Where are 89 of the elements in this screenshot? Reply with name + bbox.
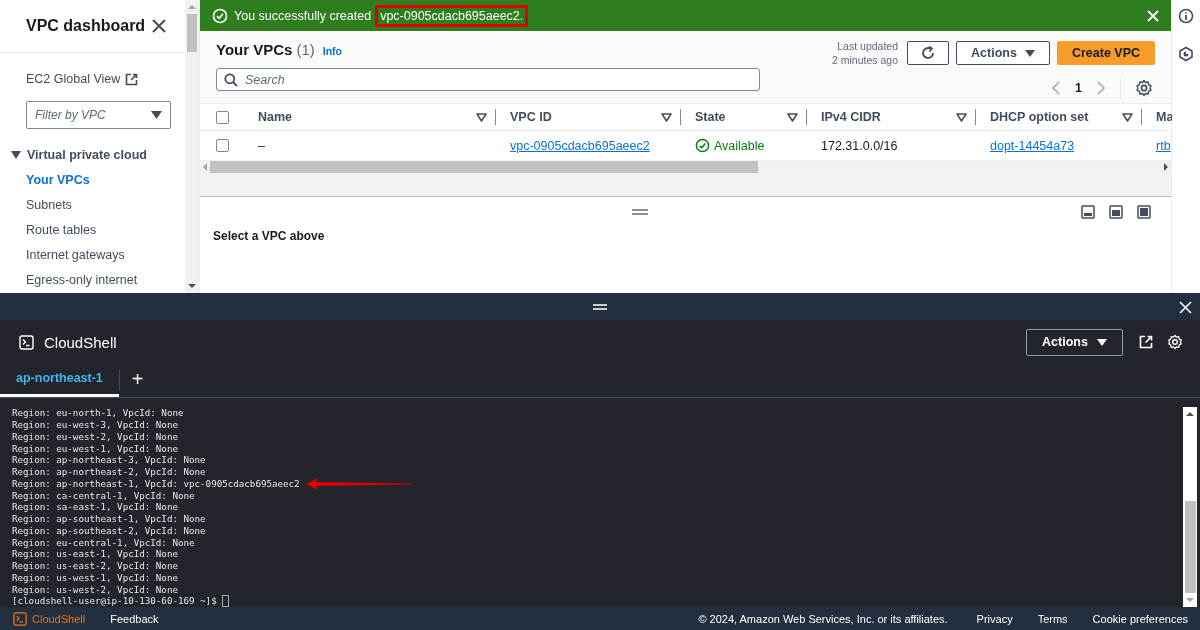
info-icon[interactable] <box>1178 8 1194 24</box>
caret-icon <box>11 151 21 159</box>
last-updated-text: Last updated 2 minutes ago <box>832 39 898 67</box>
cloudshell-title: CloudShell <box>44 333 117 351</box>
table-link[interactable]: rtb <box>1156 138 1171 153</box>
terminal-line: Region: us-east-1, VpcId: None <box>12 548 178 561</box>
column-header[interactable]: IPv4 CIDR <box>821 110 881 124</box>
caret-icon <box>1096 338 1107 346</box>
column-header[interactable]: Name <box>258 110 293 124</box>
close-icon[interactable] <box>152 19 166 33</box>
global-view-link[interactable]: EC2 Global View <box>26 72 121 86</box>
terminal-line: Region: eu-central-1, VpcId: None <box>12 536 195 549</box>
terminal-line: Region: ap-northeast-3, VpcId: None <box>12 454 206 467</box>
footer-link[interactable]: Privacy <box>976 612 1013 625</box>
refresh-button[interactable] <box>907 41 949 65</box>
copyright-text: © 2024, Amazon Web Services, Inc. or its affiliates. <box>698 612 948 625</box>
terminal-line: Region: eu-west-3, VpcId: None <box>12 419 178 431</box>
select-all-checkbox[interactable] <box>215 110 229 124</box>
caret-icon <box>1024 49 1035 57</box>
terminal-line: Region: us-east-2, VpcId: None <box>12 560 178 572</box>
search-field[interactable]: Search <box>216 68 760 91</box>
nav-link[interactable]: Egress-only internet <box>0 268 185 293</box>
panel-full-icon[interactable] <box>1137 205 1151 219</box>
caret-icon <box>151 111 162 119</box>
banner-message: You successfully created <box>234 8 372 23</box>
external-link-icon <box>125 72 139 86</box>
column-header[interactable]: State <box>695 110 726 124</box>
scrollbar[interactable] <box>1183 407 1197 608</box>
nav-link[interactable]: Your VPCs <box>0 168 185 193</box>
create-vpc-button[interactable]: Create VPC <box>1057 41 1155 65</box>
terminal-line: Region: ca-central-1, VpcId: None <box>12 489 195 502</box>
horizontal-scrollbar[interactable] <box>200 160 1171 174</box>
terminal-line: Region: sa-east-1, VpcId: None <box>12 501 178 514</box>
sort-icon[interactable] <box>1122 112 1133 122</box>
check-circle-icon <box>695 138 710 153</box>
sort-icon[interactable] <box>787 112 798 122</box>
refresh-icon <box>920 45 936 61</box>
add-tab-button[interactable]: + <box>119 368 156 392</box>
nav-link[interactable]: Internet gateways <box>0 243 185 268</box>
terminal-line: Region: us-west-1, VpcId: None <box>12 571 178 584</box>
filter-dropdown[interactable]: Filter by VPC <box>26 101 171 129</box>
table-cell: – <box>258 138 265 153</box>
page-number[interactable]: 1 <box>1075 81 1082 95</box>
vpc-count: (1) <box>296 41 315 58</box>
cloudshell-link[interactable]: CloudShell <box>32 612 86 625</box>
panel-middle-icon[interactable] <box>1109 205 1123 219</box>
actions-button[interactable]: Actions <box>1026 328 1123 356</box>
info-link[interactable]: Info <box>322 45 342 57</box>
terminal-icon <box>19 334 34 350</box>
nav-link[interactable]: Route tables <box>0 218 185 243</box>
nav-link[interactable]: Subnets <box>0 193 185 218</box>
row-checkbox[interactable] <box>215 139 229 152</box>
drag-handle-icon[interactable] <box>632 209 648 215</box>
scrollbar[interactable] <box>185 0 199 293</box>
terminal-line: Region: ap-southeast-1, VpcId: None <box>12 513 206 525</box>
actions-button[interactable]: Actions <box>956 41 1050 65</box>
terminal-tab[interactable]: ap-northeast-1 <box>0 362 119 398</box>
footer-link[interactable]: Terms <box>1037 612 1068 625</box>
terminal-line: Region: ap-northeast-2, VpcId: None <box>12 466 206 478</box>
status-text: Available <box>714 138 765 153</box>
footer-link[interactable]: Cookie preferences <box>1092 612 1188 625</box>
external-link-icon[interactable] <box>1139 335 1153 350</box>
column-header[interactable]: DHCP option set <box>990 110 1089 124</box>
hexagon-icon[interactable] <box>1178 46 1194 62</box>
page-title: Your VPCs <box>216 41 293 58</box>
panel-bottom-icon[interactable] <box>1081 205 1095 219</box>
column-header[interactable]: VPC ID <box>510 110 552 124</box>
terminal-line: Region: us-west-2, VpcId: None <box>12 583 178 596</box>
section-toggle[interactable]: Virtual private cloud <box>0 129 185 168</box>
table-cell: 172.31.0.0/16 <box>821 138 898 153</box>
sort-icon[interactable] <box>661 112 672 122</box>
sort-icon[interactable] <box>476 112 487 122</box>
check-circle-icon <box>212 7 228 24</box>
terminal-prompt: [cloudshell-user@ip-10-130-60-169 ~]$ <box>12 595 217 608</box>
table-link[interactable]: vpc-0905cdacb695aeec2 <box>510 138 650 153</box>
feedback-link[interactable]: Feedback <box>110 612 159 625</box>
table-link[interactable]: dopt-14454a73 <box>990 138 1075 153</box>
sort-icon[interactable] <box>956 112 967 122</box>
sidebar-title: VPC dashboard <box>26 17 146 35</box>
empty-state-text: Select a VPC above <box>213 229 326 243</box>
terminal-line: Region: ap-northeast-1, VpcId: vpc-0905cdacb695aeec2 <box>12 477 300 490</box>
settings-icon[interactable] <box>1135 79 1153 97</box>
terminal-line: Region: eu-west-1, VpcId: None <box>12 442 178 455</box>
search-icon <box>224 73 238 87</box>
terminal-icon[interactable] <box>13 611 27 626</box>
terminal-line: Region: eu-west-2, VpcId: None <box>12 430 178 443</box>
terminal-line: Region: ap-southeast-2, VpcId: None <box>12 524 206 537</box>
highlighted-vpc-id: vpc-0905cdacb695aeec2. <box>375 4 529 27</box>
terminal-line: Region: eu-north-1, VpcId: None <box>12 407 184 420</box>
